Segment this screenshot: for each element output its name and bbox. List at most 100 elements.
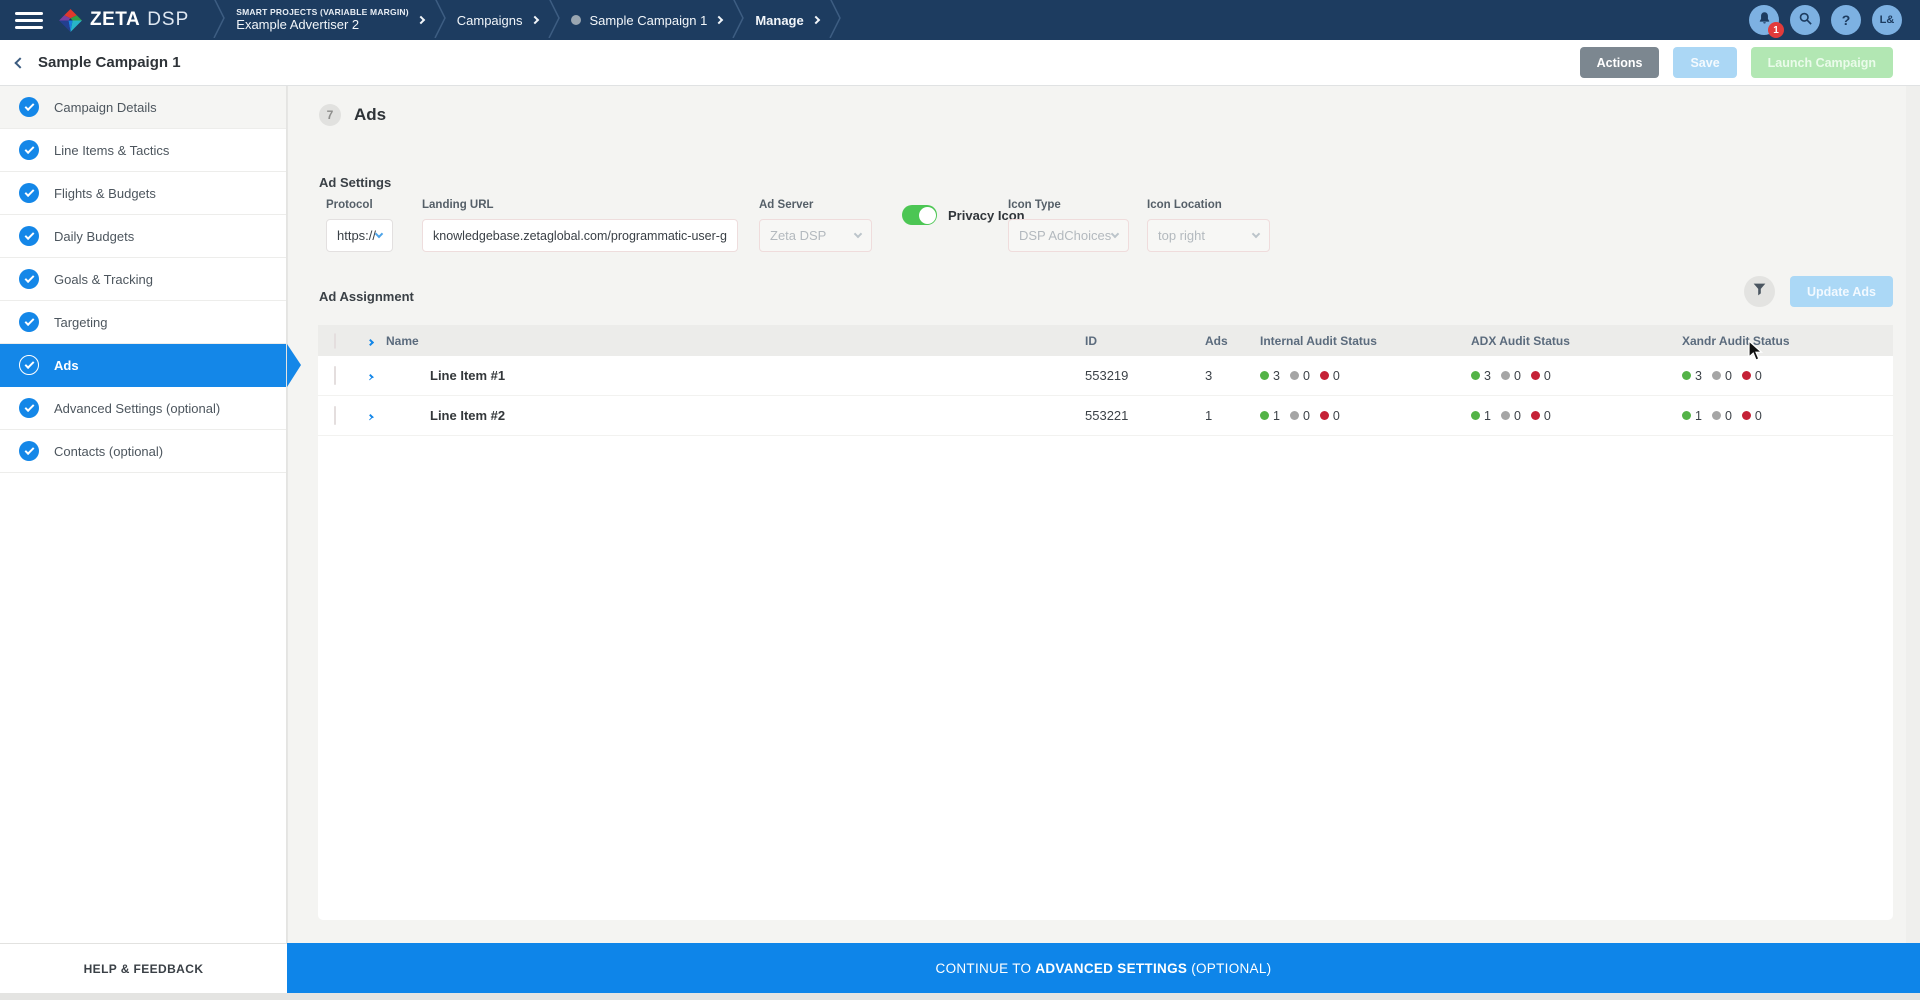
table-header-row: Name ID Ads Internal Audit Status ADX Au… (318, 325, 1893, 356)
check-circle-icon (19, 226, 39, 246)
breadcrumb-separator-icon (548, 0, 561, 43)
pending-dot-icon (1290, 411, 1299, 420)
approved-dot-icon (1260, 371, 1269, 380)
notification-count-badge: 1 (1768, 22, 1784, 38)
breadcrumb-campaign-label: Sample Campaign 1 (590, 13, 708, 28)
sidebar-item-label: Goals & Tracking (54, 272, 153, 287)
line-item-ads-count: 3 (1205, 368, 1260, 383)
pending-dot-icon (1501, 371, 1510, 380)
approved-dot-icon (1471, 371, 1480, 380)
sidebar-item-goals-tracking[interactable]: Goals & Tracking (0, 258, 286, 301)
column-header-id[interactable]: ID (1085, 334, 1205, 348)
icon-type-field: Icon Type DSP AdChoices (1008, 199, 1129, 252)
landing-url-input[interactable] (433, 229, 727, 243)
breadcrumb-separator-icon (213, 0, 226, 43)
sidebar-item-flights-budgets[interactable]: Flights & Budgets (0, 172, 286, 215)
sidebar-item-label: Daily Budgets (54, 229, 134, 244)
column-header-name[interactable]: Name (386, 334, 1085, 348)
column-header-adx-audit[interactable]: ADX Audit Status (1471, 334, 1682, 348)
page-title: Ads (354, 105, 386, 125)
line-item-ads-count: 1 (1205, 408, 1260, 423)
select-all-checkbox[interactable] (334, 333, 336, 349)
question-mark-icon: ? (1842, 12, 1851, 28)
step-heading: 7 Ads (319, 104, 386, 126)
zeta-diamond-icon (58, 8, 83, 33)
breadcrumb-separator-icon (434, 0, 447, 43)
continue-advanced-settings-button[interactable]: CONTINUE TO ADVANCED SETTINGS (OPTIONAL) (287, 943, 1920, 993)
protocol-label: Protocol (326, 199, 393, 211)
approved-dot-icon (1682, 371, 1691, 380)
check-circle-icon (19, 183, 39, 203)
sidebar-item-line-items-tactics[interactable]: Line Items & Tactics (0, 129, 286, 172)
protocol-select[interactable]: https:// (326, 219, 393, 252)
menu-icon[interactable] (15, 12, 43, 29)
rejected-dot-icon (1742, 411, 1751, 420)
row-checkbox[interactable] (334, 366, 336, 385)
check-circle-icon (19, 355, 39, 375)
search-button[interactable] (1790, 5, 1820, 35)
rejected-dot-icon (1531, 371, 1540, 380)
breadcrumb-campaigns[interactable]: Campaigns (457, 13, 538, 28)
sort-expand-icon[interactable] (368, 334, 386, 348)
logo-text-dsp: DSP (147, 9, 189, 31)
line-item-name[interactable]: Line Item #1 (430, 368, 1085, 383)
line-item-name[interactable]: Line Item #2 (430, 408, 1085, 423)
filter-button[interactable] (1744, 276, 1775, 307)
landing-url-field: Landing URL (422, 199, 738, 252)
sidebar-item-contacts[interactable]: Contacts (optional) (0, 430, 286, 473)
sidebar-item-advanced-settings[interactable]: Advanced Settings (optional) (0, 387, 286, 430)
column-header-ads[interactable]: Ads (1205, 334, 1260, 348)
column-header-xandr-audit[interactable]: Xandr Audit Status (1682, 334, 1893, 348)
table-row: Line Item #2 553221 1 1 0 0 1 0 0 1 0 0 (318, 396, 1893, 436)
notifications-button[interactable]: 1 (1749, 5, 1779, 35)
save-button[interactable]: Save (1673, 47, 1736, 78)
approved-dot-icon (1260, 411, 1269, 420)
help-button[interactable]: ? (1831, 5, 1861, 35)
check-circle-icon (19, 398, 39, 418)
row-checkbox[interactable] (334, 406, 336, 425)
internal-audit-status: 3 0 0 (1260, 369, 1471, 383)
privacy-icon-toggle[interactable] (902, 205, 937, 225)
continue-suffix: (OPTIONAL) (1191, 961, 1271, 976)
privacy-icon-control: Privacy Icon (902, 205, 1025, 225)
campaign-title: Sample Campaign 1 (38, 54, 181, 71)
breadcrumb-advertiser-label: Example Advertiser 2 (236, 17, 408, 33)
sidebar-item-targeting[interactable]: Targeting (0, 301, 286, 344)
breadcrumb-project-label: SMART PROJECTS (VARIABLE MARGIN) (236, 7, 408, 18)
column-header-internal-audit[interactable]: Internal Audit Status (1260, 334, 1471, 348)
breadcrumb-advertiser[interactable]: SMART PROJECTS (VARIABLE MARGIN) Example… (236, 7, 423, 34)
icon-type-value: DSP AdChoices (1019, 228, 1111, 243)
icon-location-value: top right (1158, 228, 1205, 243)
continue-prefix: CONTINUE TO (936, 961, 1032, 976)
rejected-dot-icon (1320, 371, 1329, 380)
sidebar-item-campaign-details[interactable]: Campaign Details (0, 86, 286, 129)
scrollbar-track[interactable] (1906, 86, 1920, 943)
breadcrumb-manage-label: Manage (755, 13, 803, 28)
pending-dot-icon (1712, 371, 1721, 380)
rejected-dot-icon (1742, 371, 1751, 380)
chevron-down-icon (375, 230, 383, 238)
continue-bold: ADVANCED SETTINGS (1035, 961, 1187, 976)
pending-dot-icon (1501, 411, 1510, 420)
pending-dot-icon (1290, 371, 1299, 380)
sidebar-item-label: Contacts (optional) (54, 444, 163, 459)
zeta-dsp-logo[interactable]: ZETA DSP (58, 8, 189, 33)
launch-campaign-button[interactable]: Launch Campaign (1751, 47, 1893, 78)
user-avatar[interactable]: L& (1872, 5, 1902, 35)
chevron-right-icon (417, 16, 425, 24)
actions-button[interactable]: Actions (1580, 47, 1660, 78)
back-button[interactable] (16, 59, 24, 67)
xandr-audit-status: 3 0 0 (1682, 369, 1893, 383)
sidebar-item-ads[interactable]: Ads (0, 344, 286, 387)
sidebar-item-label: Targeting (54, 315, 107, 330)
update-ads-button[interactable]: Update Ads (1790, 276, 1893, 307)
help-feedback-button[interactable]: HELP & FEEDBACK (0, 943, 287, 993)
sidebar-item-daily-budgets[interactable]: Daily Budgets (0, 215, 286, 258)
rejected-dot-icon (1320, 411, 1329, 420)
campaign-steps-sidebar: Campaign Details Line Items & Tactics Fl… (0, 86, 287, 943)
breadcrumb-separator-icon (732, 0, 745, 43)
breadcrumb-campaign[interactable]: Sample Campaign 1 (571, 13, 723, 28)
landing-url-input-box (422, 219, 738, 252)
icon-location-label: Icon Location (1147, 199, 1270, 211)
breadcrumb-manage[interactable]: Manage (755, 13, 818, 28)
